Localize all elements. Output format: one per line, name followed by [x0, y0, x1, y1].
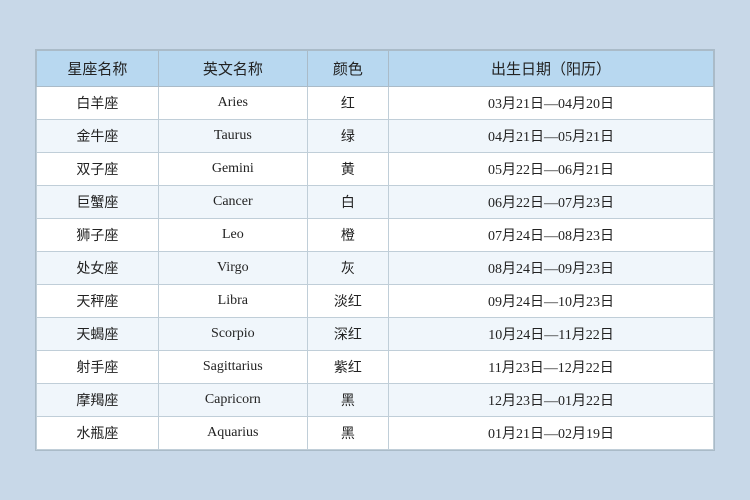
- cell-date: 06月22日—07月23日: [389, 186, 714, 219]
- header-color: 颜色: [307, 51, 388, 87]
- cell-english: Scorpio: [158, 318, 307, 351]
- table-row: 射手座Sagittarius紫红11月23日—12月22日: [37, 351, 714, 384]
- cell-chinese: 水瓶座: [37, 417, 159, 450]
- cell-date: 11月23日—12月22日: [389, 351, 714, 384]
- cell-chinese: 双子座: [37, 153, 159, 186]
- cell-english: Gemini: [158, 153, 307, 186]
- table-row: 处女座Virgo灰08月24日—09月23日: [37, 252, 714, 285]
- cell-date: 08月24日—09月23日: [389, 252, 714, 285]
- zodiac-table-wrapper: 星座名称 英文名称 颜色 出生日期（阳历） 白羊座Aries红03月21日—04…: [35, 49, 715, 451]
- cell-date: 07月24日—08月23日: [389, 219, 714, 252]
- cell-chinese: 射手座: [37, 351, 159, 384]
- cell-color: 深红: [307, 318, 388, 351]
- cell-color: 紫红: [307, 351, 388, 384]
- cell-english: Leo: [158, 219, 307, 252]
- cell-chinese: 巨蟹座: [37, 186, 159, 219]
- cell-chinese: 摩羯座: [37, 384, 159, 417]
- cell-date: 01月21日—02月19日: [389, 417, 714, 450]
- table-row: 狮子座Leo橙07月24日—08月23日: [37, 219, 714, 252]
- cell-english: Libra: [158, 285, 307, 318]
- cell-color: 淡红: [307, 285, 388, 318]
- table-row: 水瓶座Aquarius黑01月21日—02月19日: [37, 417, 714, 450]
- cell-chinese: 天蝎座: [37, 318, 159, 351]
- cell-chinese: 狮子座: [37, 219, 159, 252]
- cell-color: 黑: [307, 384, 388, 417]
- table-row: 白羊座Aries红03月21日—04月20日: [37, 87, 714, 120]
- table-header-row: 星座名称 英文名称 颜色 出生日期（阳历）: [37, 51, 714, 87]
- cell-english: Cancer: [158, 186, 307, 219]
- header-chinese: 星座名称: [37, 51, 159, 87]
- cell-color: 白: [307, 186, 388, 219]
- cell-color: 绿: [307, 120, 388, 153]
- cell-color: 橙: [307, 219, 388, 252]
- cell-chinese: 天秤座: [37, 285, 159, 318]
- cell-chinese: 白羊座: [37, 87, 159, 120]
- cell-color: 黄: [307, 153, 388, 186]
- cell-english: Taurus: [158, 120, 307, 153]
- cell-date: 05月22日—06月21日: [389, 153, 714, 186]
- table-row: 金牛座Taurus绿04月21日—05月21日: [37, 120, 714, 153]
- cell-chinese: 处女座: [37, 252, 159, 285]
- cell-english: Aquarius: [158, 417, 307, 450]
- cell-color: 红: [307, 87, 388, 120]
- cell-date: 03月21日—04月20日: [389, 87, 714, 120]
- cell-date: 04月21日—05月21日: [389, 120, 714, 153]
- table-row: 巨蟹座Cancer白06月22日—07月23日: [37, 186, 714, 219]
- cell-date: 10月24日—11月22日: [389, 318, 714, 351]
- table-row: 天秤座Libra淡红09月24日—10月23日: [37, 285, 714, 318]
- header-english: 英文名称: [158, 51, 307, 87]
- cell-english: Capricorn: [158, 384, 307, 417]
- header-date: 出生日期（阳历）: [389, 51, 714, 87]
- table-row: 天蝎座Scorpio深红10月24日—11月22日: [37, 318, 714, 351]
- cell-english: Aries: [158, 87, 307, 120]
- cell-english: Virgo: [158, 252, 307, 285]
- cell-color: 灰: [307, 252, 388, 285]
- zodiac-table: 星座名称 英文名称 颜色 出生日期（阳历） 白羊座Aries红03月21日—04…: [36, 50, 714, 450]
- cell-color: 黑: [307, 417, 388, 450]
- table-row: 摩羯座Capricorn黑12月23日—01月22日: [37, 384, 714, 417]
- cell-english: Sagittarius: [158, 351, 307, 384]
- cell-date: 12月23日—01月22日: [389, 384, 714, 417]
- cell-chinese: 金牛座: [37, 120, 159, 153]
- cell-date: 09月24日—10月23日: [389, 285, 714, 318]
- table-row: 双子座Gemini黄05月22日—06月21日: [37, 153, 714, 186]
